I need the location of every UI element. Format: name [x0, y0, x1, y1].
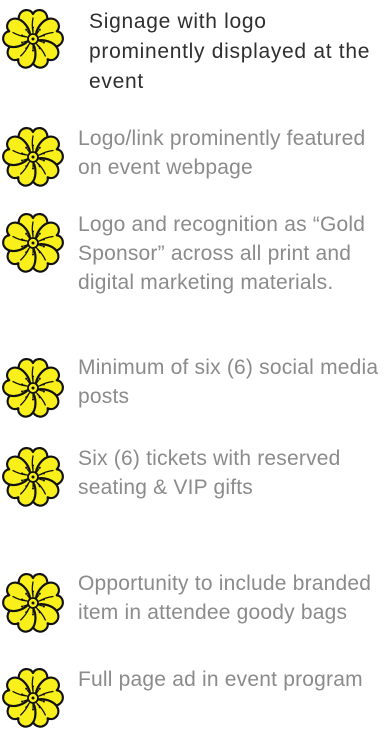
benefit-text-webpage: Logo/link prominently featured on event … — [78, 127, 366, 179]
benefit-text-tickets: Six (6) tickets with reserved seating & … — [78, 447, 341, 499]
benefit-text-signage: Signage with logo prominently displayed … — [89, 10, 371, 93]
flower-icon — [0, 570, 66, 636]
flower-icon — [0, 355, 66, 421]
flower-icon — [0, 444, 66, 510]
sponsor-benefits-list: Signage with logo prominently displayed … — [0, 0, 391, 728]
flower-icon — [0, 210, 66, 276]
benefit-text-program-ad: Full page ad in event program — [78, 668, 363, 691]
flower-icon — [0, 124, 66, 190]
flower-icon — [0, 665, 66, 731]
benefit-text-social-posts: Minimum of six (6) social media posts — [78, 356, 379, 408]
benefit-text-recognition: Logo and recognition as “Gold Sponsor” a… — [78, 213, 366, 294]
flower-icon — [0, 6, 66, 72]
benefit-text-goody-bags: Opportunity to include branded item in a… — [78, 572, 372, 624]
